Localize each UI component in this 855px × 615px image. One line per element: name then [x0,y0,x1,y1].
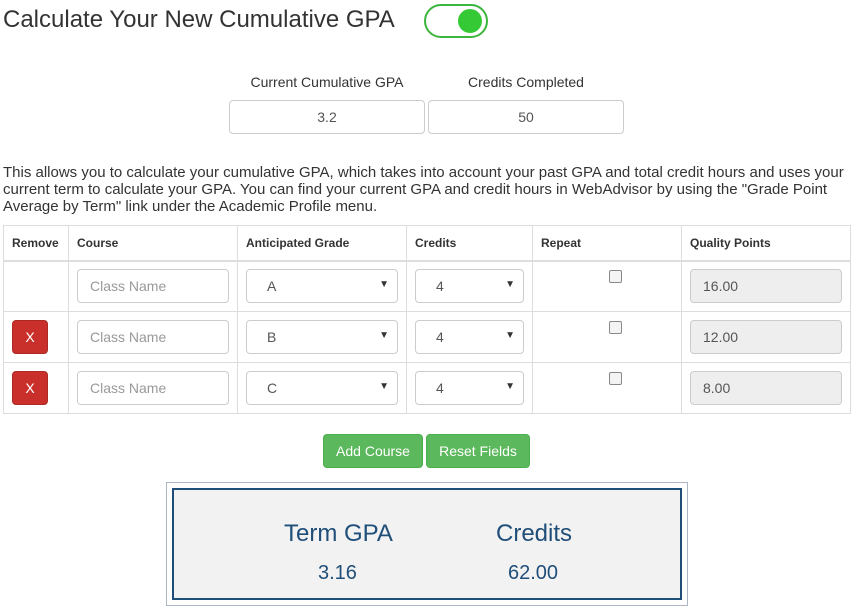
quality-points-field: 8.00 [690,371,842,405]
grade-value: C [267,380,278,396]
caret-down-icon: ▼ [379,381,389,392]
grade-value: B [267,329,277,345]
page-title: Calculate Your New Cumulative GPA [3,6,395,33]
header-credits: Credits [406,225,533,262]
credits-value: 4 [436,278,444,295]
credits-value: 4 [436,329,444,345]
current-gpa-label: Current Cumulative GPA [250,74,404,90]
table-row: X Class Name B ▼ 4 ▼ 12.00 [3,311,851,363]
header-remove: Remove [3,225,69,262]
current-gpa-input[interactable] [229,100,425,134]
repeat-checkbox[interactable] [609,372,622,385]
results-box: Term GPA 3.16 Credits 62.00 [172,488,682,600]
toggle-knob [458,9,482,33]
credits-value: 4 [436,380,444,396]
credits-completed-input[interactable] [428,100,624,134]
grade-select[interactable]: A ▼ [246,269,398,304]
table-row: Class Name A ▼ 4 ▼ 16.00 [3,260,851,312]
header-repeat: Repeat [532,225,682,262]
remove-cell [3,260,69,312]
remove-course-button[interactable]: X [12,371,48,405]
table-row: X Class Name C ▼ 4 ▼ 8.00 [3,362,851,414]
credits-result-value: 62.00 [508,562,559,584]
results-panel: Term GPA 3.16 Credits 62.00 [166,482,688,606]
class-name-input[interactable]: Class Name [77,320,229,354]
caret-down-icon: ▼ [379,330,389,341]
quality-points-field: 12.00 [690,320,842,354]
courses-table: Remove Course Anticipated Grade Credits … [3,225,851,414]
gpa-mode-toggle[interactable] [424,4,488,38]
class-name-input[interactable]: Class Name [77,269,229,304]
quality-points-field: 16.00 [690,269,842,304]
grade-value: A [267,278,277,295]
remove-course-button[interactable]: X [12,320,48,354]
credits-result-label: Credits [496,520,573,547]
credits-select[interactable]: 4 ▼ [415,371,524,405]
credits-select[interactable]: 4 ▼ [415,269,524,304]
caret-down-icon: ▼ [379,279,389,291]
credits-select[interactable]: 4 ▼ [415,320,524,354]
description-text: This allows you to calculate your cumula… [3,164,844,215]
repeat-checkbox[interactable] [609,321,622,334]
grade-select[interactable]: C ▼ [246,371,398,405]
caret-down-icon: ▼ [505,381,515,392]
reset-fields-button[interactable]: Reset Fields [426,434,530,468]
term-gpa-label: Term GPA [284,520,393,547]
repeat-checkbox[interactable] [609,270,622,284]
credits-completed-label: Credits Completed [468,74,584,90]
header-quality-points: Quality Points [681,225,851,262]
header-course: Course [68,225,238,262]
term-gpa-value: 3.16 [318,562,357,584]
table-header-row: Remove Course Anticipated Grade Credits … [3,225,851,262]
class-name-input[interactable]: Class Name [77,371,229,405]
grade-select[interactable]: B ▼ [246,320,398,354]
header-grade: Anticipated Grade [237,225,407,262]
caret-down-icon: ▼ [505,330,515,341]
caret-down-icon: ▼ [505,279,515,291]
add-course-button[interactable]: Add Course [323,434,423,468]
